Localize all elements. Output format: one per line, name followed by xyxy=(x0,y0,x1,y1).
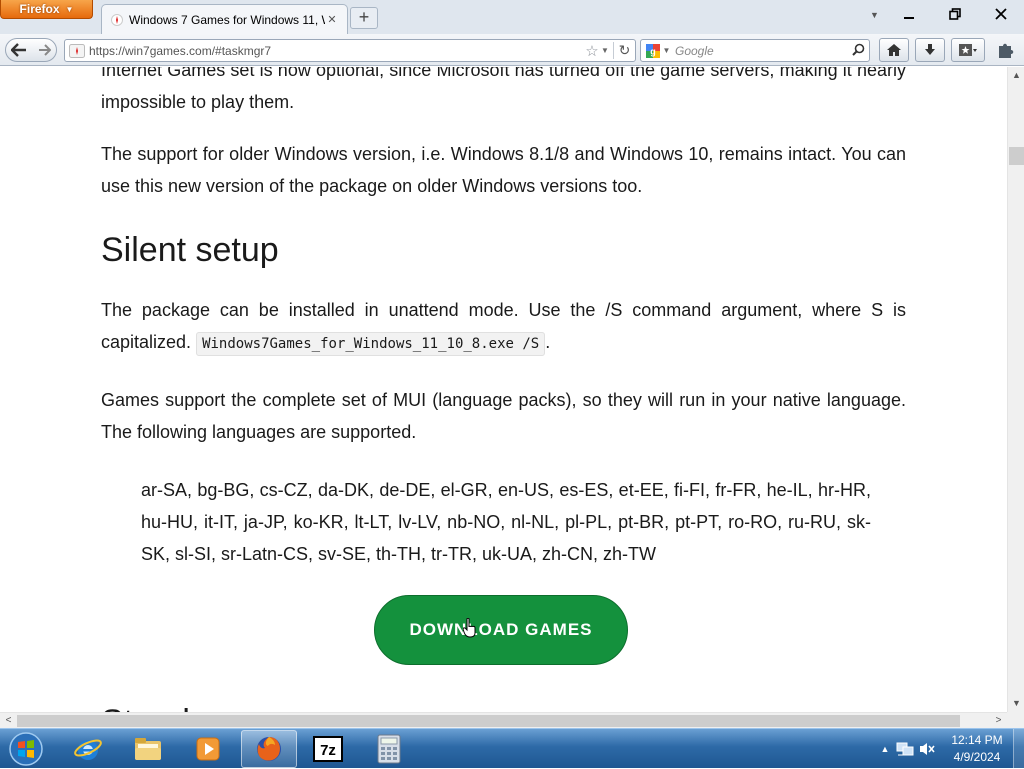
hand-cursor-icon xyxy=(462,617,477,643)
clock-date: 4/9/2024 xyxy=(953,750,1001,764)
language-list: ar-SA, bg-BG, cs-CZ, da-DK, de-DE, el-GR… xyxy=(141,480,871,564)
silent-setup-end: . xyxy=(545,332,551,352)
search-icon[interactable] xyxy=(847,43,869,59)
taskbar-calculator[interactable] xyxy=(361,730,417,768)
bookmarks-button[interactable] xyxy=(951,38,985,62)
restore-icon xyxy=(949,8,961,20)
show-hidden-icons-icon[interactable]: ▲ xyxy=(876,744,894,754)
internet-explorer-icon xyxy=(74,739,102,760)
scroll-corner xyxy=(1007,712,1024,728)
search-bar[interactable]: g ▼ xyxy=(640,39,870,62)
taskbar-firefox[interactable] xyxy=(241,730,297,768)
taskbar-media-player[interactable] xyxy=(180,730,236,768)
site-identity-icon[interactable] xyxy=(65,43,89,58)
download-games-button[interactable]: DOWNLOAD GAMES xyxy=(374,595,628,665)
horizontal-scroll-thumb[interactable] xyxy=(17,715,960,727)
silent-setup-heading: Silent setup xyxy=(101,231,279,269)
calculator-icon xyxy=(377,734,401,764)
page-content: Internet Games set is now optional, sinc… xyxy=(0,67,1007,712)
network-icon[interactable] xyxy=(894,739,916,759)
chevron-down-icon: ▼ xyxy=(662,46,671,55)
back-button[interactable] xyxy=(6,38,32,62)
tab-title: Windows 7 Games for Windows 11, Win... xyxy=(129,12,325,27)
close-tab-icon[interactable]: ✕ xyxy=(325,13,339,27)
command-code: Windows7Games_for_Windows_11_10_8.exe /S xyxy=(196,332,546,356)
browser-tab[interactable]: Windows 7 Games for Windows 11, Win... ✕ xyxy=(101,4,348,34)
back-arrow-icon xyxy=(11,43,26,57)
clock[interactable]: 12:14 PM 4/9/2024 xyxy=(944,732,1010,766)
mui-paragraph: Games support the complete set of MUI (l… xyxy=(101,390,906,442)
vertical-scroll-thumb[interactable] xyxy=(1009,147,1024,165)
puzzle-piece-icon xyxy=(999,43,1014,58)
scroll-up-icon[interactable]: ▲ xyxy=(1008,67,1024,84)
start-button[interactable] xyxy=(4,730,48,768)
firefox-menu-button[interactable]: Firefox ▼ xyxy=(0,0,93,19)
address-bar[interactable]: https://win7games.com/#taskmgr7 ☆ ▼ ↻ xyxy=(64,39,636,62)
chevron-down-icon: ▼ xyxy=(65,4,74,14)
addons-button[interactable] xyxy=(991,38,1021,62)
url-history-dropdown-icon[interactable]: ▼ xyxy=(601,46,613,55)
minimize-icon xyxy=(904,17,914,19)
show-desktop-button[interactable] xyxy=(1013,729,1024,769)
firefox-menu-label: Firefox xyxy=(19,2,60,16)
windows-taskbar: 7z ▲ 12:14 PM 4/9/2024 xyxy=(0,728,1024,769)
home-icon xyxy=(887,44,901,56)
navigation-toolbar: https://win7games.com/#taskmgr7 ☆ ▼ ↻ g … xyxy=(0,34,1024,66)
bookmark-star-icon[interactable]: ☆ xyxy=(583,42,601,60)
scroll-down-icon[interactable]: ▼ xyxy=(1008,695,1024,712)
new-tab-button[interactable]: + xyxy=(350,7,378,29)
taskbar-internet-explorer[interactable] xyxy=(60,730,116,768)
7-zip-icon: 7z xyxy=(313,736,343,762)
scroll-right-icon[interactable]: > xyxy=(990,713,1007,729)
taskbar-windows-explorer[interactable] xyxy=(120,730,176,768)
volume-muted-icon[interactable] xyxy=(916,739,938,759)
windows-logo-icon xyxy=(9,732,43,766)
back-forward-group xyxy=(5,38,57,62)
restore-button[interactable] xyxy=(933,0,977,32)
download-arrow-icon xyxy=(925,44,935,55)
clock-time: 12:14 PM xyxy=(951,733,1003,747)
home-button[interactable] xyxy=(879,38,909,62)
list-all-tabs-icon[interactable]: ▼ xyxy=(870,10,879,20)
svg-text:g: g xyxy=(650,46,656,56)
reload-icon[interactable]: ↻ xyxy=(613,42,635,59)
search-engine-selector[interactable]: g ▼ xyxy=(641,43,675,58)
vertical-scrollbar[interactable]: ▲ ▼ xyxy=(1007,67,1024,712)
media-player-icon xyxy=(196,737,220,761)
horizontal-scrollbar[interactable]: < > xyxy=(0,712,1007,728)
downloads-button[interactable] xyxy=(915,38,945,62)
next-section-heading: Stand xyxy=(101,699,190,712)
firefox-icon xyxy=(257,737,281,761)
taskbar-7-zip[interactable]: 7z xyxy=(300,730,356,768)
url-text[interactable]: https://win7games.com/#taskmgr7 xyxy=(89,44,583,58)
support-paragraph: The support for older Windows version, i… xyxy=(101,144,906,196)
silent-setup-paragraph: The package can be installed in unattend… xyxy=(101,294,906,360)
folder-icon xyxy=(135,738,161,760)
title-bar: Firefox ▼ Windows 7 Games for Windows 11… xyxy=(0,0,1024,34)
search-input[interactable] xyxy=(675,43,847,58)
bookmarks-icon xyxy=(959,44,977,56)
google-icon: g xyxy=(645,43,660,58)
site-favicon-icon xyxy=(110,13,124,27)
close-window-button[interactable] xyxy=(979,0,1023,32)
forward-button[interactable] xyxy=(32,38,56,62)
intro-paragraph: Internet Games set is now optional, sinc… xyxy=(101,67,906,112)
svg-text:7z: 7z xyxy=(320,742,336,759)
scroll-left-icon[interactable]: < xyxy=(0,713,17,729)
minimize-button[interactable] xyxy=(887,0,931,32)
close-icon xyxy=(995,8,1007,20)
forward-arrow-icon xyxy=(38,44,51,56)
